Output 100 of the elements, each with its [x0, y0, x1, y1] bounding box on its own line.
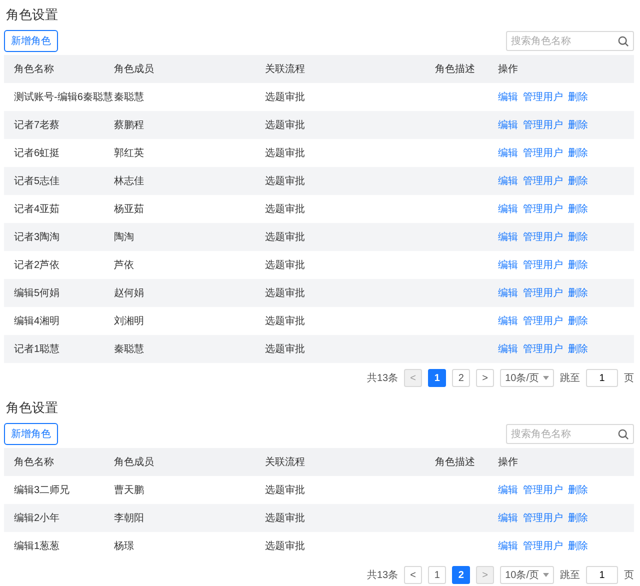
action-link[interactable]: 编辑	[498, 342, 518, 356]
action-link[interactable]: 删除	[568, 483, 588, 497]
table-cell-text: 杨璟	[114, 540, 134, 553]
table-cell-text: 选题审批	[265, 202, 305, 216]
table-cell-text: 记者4亚茹	[14, 202, 60, 216]
table-cell-text: 记者7老蔡	[14, 118, 60, 132]
column-header: 角色成员	[114, 456, 154, 469]
search-icon[interactable]	[618, 36, 629, 47]
action-link[interactable]: 管理用户	[523, 258, 563, 272]
table-cell-text: 测试账号-编辑6秦聪慧	[14, 90, 113, 104]
page-unit: 页	[624, 569, 634, 582]
action-link[interactable]: 管理用户	[523, 539, 563, 553]
table-cell-text: 选题审批	[265, 286, 305, 300]
action-link[interactable]: 删除	[568, 90, 588, 104]
table-cell-text: 选题审批	[265, 174, 305, 188]
action-link[interactable]: 编辑	[498, 90, 518, 104]
action-link[interactable]: 管理用户	[523, 202, 563, 216]
total-count: 共13条	[366, 568, 398, 582]
table-cell-text: 记者1聪慧	[14, 342, 60, 356]
action-link[interactable]: 管理用户	[523, 146, 563, 160]
action-link[interactable]: 管理用户	[523, 286, 563, 300]
prev-page-button[interactable]: <	[404, 566, 422, 584]
action-link[interactable]: 管理用户	[523, 342, 563, 356]
action-link[interactable]: 管理用户	[523, 118, 563, 132]
action-link[interactable]: 删除	[568, 258, 588, 272]
action-link[interactable]: 编辑	[498, 118, 518, 132]
column-header: 关联流程	[265, 456, 305, 469]
action-link[interactable]: 删除	[568, 174, 588, 188]
next-page-button[interactable]: >	[476, 369, 494, 387]
action-link[interactable]: 删除	[568, 118, 588, 132]
table-cell-text: 杨亚茹	[114, 202, 144, 216]
page-size-select[interactable]: 10条/页	[500, 566, 554, 584]
table-cell-text: 秦聪慧	[114, 342, 144, 356]
caret-icon	[543, 376, 549, 380]
table-cell-text: 编辑5何娟	[14, 286, 60, 300]
search-icon[interactable]	[618, 429, 629, 440]
action-link[interactable]: 编辑	[498, 202, 518, 216]
page-button[interactable]: 1	[428, 566, 446, 584]
table-cell-text: 选题审批	[265, 484, 305, 497]
table-cell-text: 编辑2小年	[14, 512, 60, 525]
action-link[interactable]: 编辑	[498, 146, 518, 160]
jump-field[interactable]: 1	[586, 369, 618, 387]
table-cell-text: 记者6虹挺	[14, 146, 60, 160]
action-link[interactable]: 删除	[568, 314, 588, 328]
table-cell-text: 编辑3二师兄	[14, 484, 70, 497]
action-link[interactable]: 管理用户	[523, 314, 563, 328]
column-header: 角色名称	[14, 456, 54, 469]
jump-label: 跳至	[560, 568, 580, 582]
action-link[interactable]: 删除	[568, 511, 588, 525]
column-header: 角色描述	[435, 456, 475, 469]
search-field[interactable]: 搜索角色名称	[506, 424, 634, 444]
page-button[interactable]: 2	[452, 566, 470, 584]
add-role-button[interactable]: 新增角色	[4, 30, 58, 52]
action-link[interactable]: 编辑	[498, 286, 518, 300]
page-title: 角色设置	[5, 399, 59, 417]
action-link[interactable]: 删除	[568, 342, 588, 356]
table-cell-text: 选题审批	[265, 118, 305, 132]
table-cell-text: 赵何娟	[114, 286, 144, 300]
table-cell-text: 编辑4湘明	[14, 314, 60, 328]
column-header: 角色描述	[435, 62, 475, 76]
table-cell-text: 记者2芦依	[14, 258, 60, 272]
table-cell-text: 选题审批	[265, 258, 305, 272]
action-link[interactable]: 编辑	[498, 174, 518, 188]
page-unit: 页	[624, 372, 634, 385]
table-cell-text: 陶淘	[114, 231, 134, 244]
jump-field[interactable]: 1	[586, 566, 618, 584]
action-link[interactable]: 管理用户	[523, 90, 563, 104]
table-cell-text: 选题审批	[265, 540, 305, 553]
page-button[interactable]: 1	[428, 369, 446, 387]
action-link[interactable]: 删除	[568, 230, 588, 244]
add-role-button[interactable]: 新增角色	[4, 423, 58, 445]
search-field[interactable]: 搜索角色名称	[506, 31, 634, 51]
action-link[interactable]: 管理用户	[523, 230, 563, 244]
table-cell-text: 蔡鹏程	[114, 118, 144, 132]
action-link[interactable]: 编辑	[498, 511, 518, 525]
column-header: 角色成员	[114, 62, 154, 76]
table-cell-text: 秦聪慧	[114, 90, 144, 104]
table-cell-text: 选题审批	[265, 146, 305, 160]
table-cell-text: 曹天鹏	[114, 484, 144, 497]
table-cell-text: 选题审批	[265, 230, 305, 244]
action-link[interactable]: 删除	[568, 202, 588, 216]
action-link[interactable]: 删除	[568, 146, 588, 160]
action-link[interactable]: 编辑	[498, 483, 518, 497]
column-header: 角色名称	[14, 63, 54, 76]
total-count: 共13条	[366, 372, 398, 385]
action-link[interactable]: 管理用户	[523, 511, 563, 525]
page-size-select[interactable]: 10条/页	[500, 369, 554, 387]
action-link[interactable]: 编辑	[498, 539, 518, 553]
action-link[interactable]: 管理用户	[523, 483, 563, 497]
action-link[interactable]: 编辑	[498, 314, 518, 328]
page-button[interactable]: 2	[452, 369, 470, 387]
table-cell-text: 刘湘明	[114, 314, 144, 328]
action-link[interactable]: 管理用户	[523, 174, 563, 188]
table-cell-text: 选题审批	[265, 342, 305, 356]
action-link[interactable]: 删除	[568, 539, 588, 553]
action-link[interactable]: 编辑	[498, 258, 518, 272]
jump-label: 跳至	[560, 372, 580, 385]
table-cell-text: 林志佳	[114, 174, 144, 188]
action-link[interactable]: 编辑	[498, 230, 518, 244]
action-link[interactable]: 删除	[568, 286, 588, 300]
